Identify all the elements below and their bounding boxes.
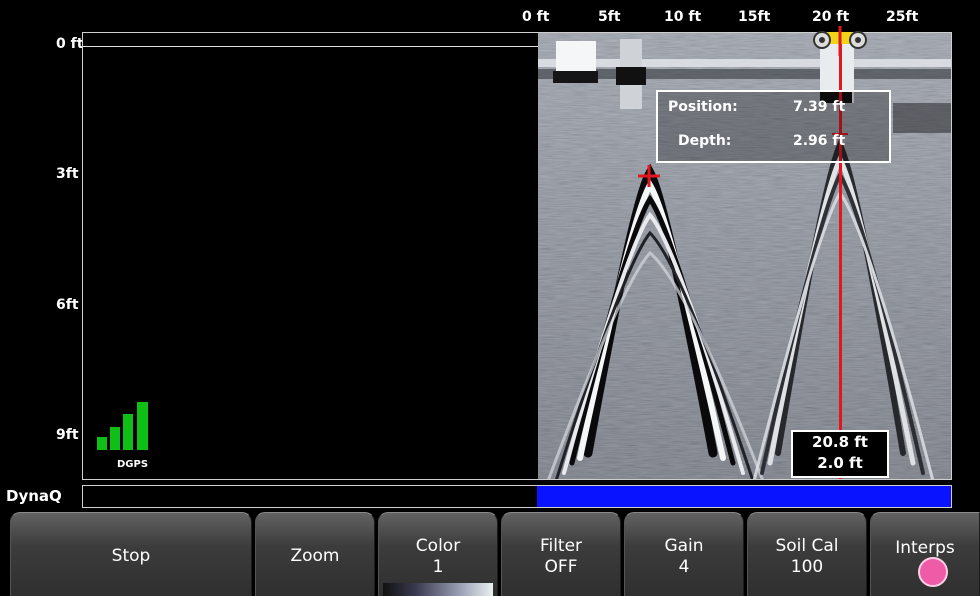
gain-button-value: 4 <box>678 557 690 577</box>
position-label: Position: <box>668 99 738 115</box>
cart-icon <box>813 26 867 56</box>
distance-label-5: 5ft <box>598 9 621 25</box>
filter-button[interactable]: Filter OFF <box>501 512 621 596</box>
distance-label-0: 0 ft <box>522 9 550 25</box>
color-button[interactable]: Color 1 <box>378 512 498 596</box>
interps-button[interactable]: Interps <box>870 512 980 596</box>
color-button-value: 1 <box>432 557 444 577</box>
gps-label: DGPS <box>117 459 149 470</box>
depth-label-3: 3ft <box>56 166 79 182</box>
cursor-readout: 20.8 ft 2.0 ft <box>791 430 889 478</box>
soil-cal-button[interactable]: Soil Cal 100 <box>747 512 867 596</box>
gps-signal-bar <box>137 402 148 450</box>
gps-signal-bar <box>110 427 120 450</box>
filter-button-value: OFF <box>544 557 578 577</box>
zoom-button-label: Zoom <box>290 546 340 566</box>
depth-value: 2.96 ft <box>793 133 846 149</box>
depth-label-9: 9ft <box>56 427 79 443</box>
gps-signal-bar <box>97 437 107 450</box>
filter-button-label: Filter <box>539 536 583 556</box>
dynaq-bar <box>82 485 952 508</box>
interps-indicator-icon <box>918 557 948 587</box>
depth-label: Depth: <box>678 133 732 149</box>
stop-button-label: Stop <box>111 546 151 566</box>
dynaq-label: DynaQ <box>6 487 62 505</box>
position-value: 7.39 ft <box>793 99 846 115</box>
distance-label-10: 10 ft <box>664 9 702 25</box>
depth-label-0: 0 ft <box>56 36 84 52</box>
gps-signal-bar <box>123 414 133 450</box>
cursor-distance: 20.8 ft <box>812 433 868 451</box>
soil-cal-button-value: 100 <box>790 557 824 577</box>
zoom-button[interactable]: Zoom <box>255 512 375 596</box>
interps-button-label: Interps <box>895 538 955 558</box>
cursor-depth: 2.0 ft <box>817 454 863 472</box>
depth-label-6: 6ft <box>56 297 79 313</box>
soil-cal-button-label: Soil Cal <box>775 536 839 556</box>
color-palette-swatch <box>383 583 493 596</box>
color-button-label: Color <box>415 536 461 556</box>
target-info-box: Position: 7.39 ft Depth: 2.96 ft <box>656 90 891 163</box>
stop-button[interactable]: Stop <box>10 512 252 596</box>
distance-label-20: 20 ft <box>812 9 850 25</box>
dynaq-fill <box>536 486 951 507</box>
gain-button-label: Gain <box>664 536 704 556</box>
distance-label-15: 15ft <box>738 9 771 25</box>
gain-button[interactable]: Gain 4 <box>624 512 744 596</box>
distance-label-25: 25ft <box>886 9 919 25</box>
